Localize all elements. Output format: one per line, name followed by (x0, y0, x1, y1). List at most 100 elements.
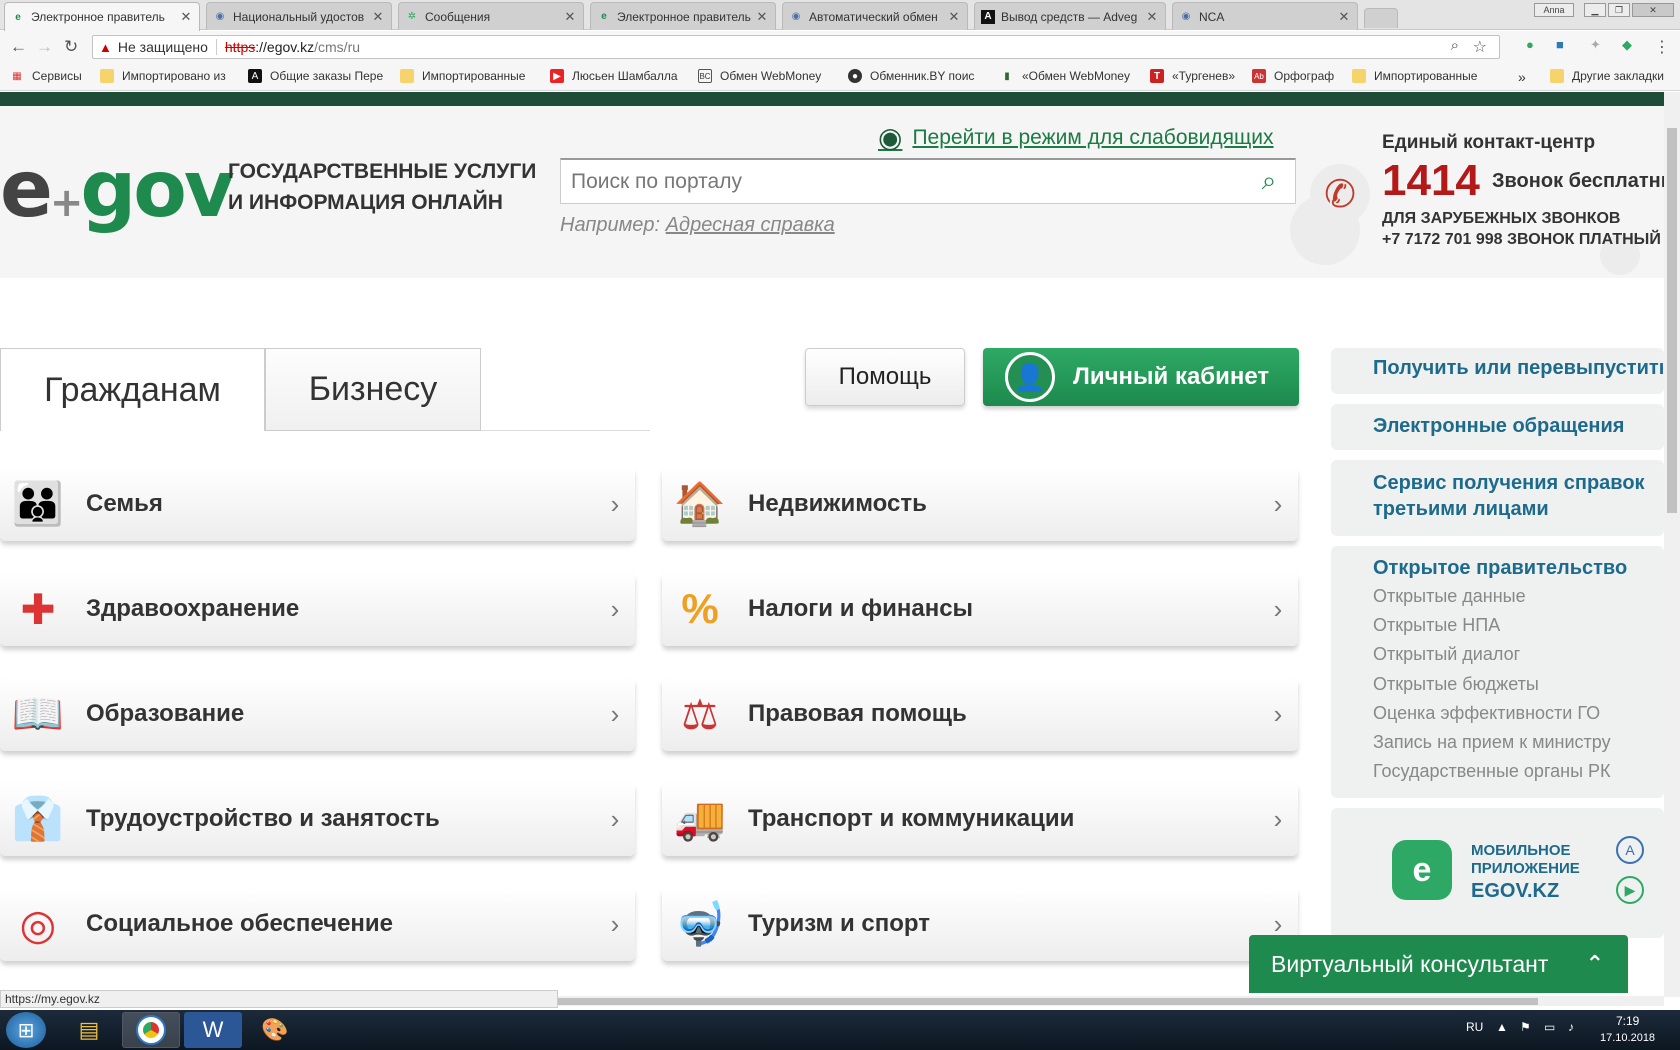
clock-date[interactable]: 17.10.2018 (1600, 1032, 1655, 1044)
close-tab-icon[interactable]: ✕ (371, 9, 385, 25)
example-link[interactable]: Адресная справка (666, 214, 835, 236)
search-icon[interactable]: ⌕ (1252, 164, 1286, 198)
volume-icon[interactable]: ♪ (1568, 1020, 1574, 1034)
category-education[interactable]: 📖 Образование › (0, 677, 635, 751)
apps-grid-icon: ▦ (12, 70, 22, 82)
paint-icon[interactable]: 🎨 (246, 1012, 304, 1048)
tab-citizens[interactable]: Гражданам (0, 348, 265, 431)
browser-tab[interactable]: A Вывод средств — Adveg ✕ (974, 2, 1166, 30)
browser-tab[interactable]: ◉ Национальный удостов ✕ (206, 2, 392, 30)
open-gov-item[interactable]: Запись на прием к министру (1373, 732, 1611, 753)
browser-tab[interactable]: ◉ Автоматический обмен ✕ (782, 2, 968, 30)
horizontal-scrollbar-thumb[interactable] (558, 998, 1538, 1005)
menu-icon[interactable]: ⋮ (1654, 37, 1670, 57)
category-healthcare[interactable]: ✚ Здравоохранение › (0, 572, 635, 646)
category-taxes[interactable]: % Налоги и финансы › (662, 572, 1298, 646)
network-icon[interactable]: ▭ (1544, 1020, 1555, 1034)
category-family[interactable]: 👪 Семья › (0, 467, 635, 541)
bookmarks-more-button[interactable]: » (1518, 69, 1526, 85)
egov-logo[interactable]: e+gov (0, 145, 235, 235)
vertical-scrollbar-thumb[interactable] (1667, 128, 1677, 513)
extension-icon[interactable]: ■ (1556, 37, 1564, 52)
extension-icon[interactable]: ◆ (1622, 37, 1632, 53)
category-social[interactable]: ◎ Социальное обеспечение › (0, 887, 635, 961)
sidebar-link-reissue[interactable]: Получить или перевыпустить (1373, 355, 1663, 381)
app-store-icon[interactable]: A (1616, 836, 1644, 864)
bookmark-item[interactable]: BC Обмен WebMoney (698, 69, 821, 83)
close-tab-icon[interactable]: ✕ (1145, 9, 1159, 25)
virtual-consultant-panel[interactable]: Виртуальный консультант ⌃ (1249, 935, 1628, 993)
reload-icon[interactable]: ↻ (64, 37, 78, 57)
bookmark-item[interactable]: Ab Орфограф (1252, 69, 1334, 83)
bookmark-item[interactable]: ▶ Люсьен Шамбалла (550, 69, 678, 83)
clock-time[interactable]: 7:19 (1616, 1014, 1639, 1028)
close-tab-icon[interactable]: ✕ (1337, 9, 1351, 25)
percent-icon: % (681, 585, 719, 632)
browser-tab[interactable]: e Электронное правитель ✕ (4, 2, 200, 31)
browser-tab[interactable]: ◉ NCA ✕ (1172, 2, 1358, 30)
tray-expand-icon[interactable]: ▲ (1496, 1020, 1508, 1034)
bookmark-item[interactable]: ● Обменник.BY поис (848, 69, 974, 83)
category-tourism[interactable]: 🤿 Туризм и спорт › (662, 887, 1298, 961)
close-tab-icon[interactable]: ✕ (755, 9, 769, 25)
back-arrow-icon[interactable]: ← (10, 37, 27, 57)
windows-start-icon[interactable]: ⊞ (6, 1012, 46, 1048)
open-gov-item[interactable]: Открытые бюджеты (1373, 674, 1539, 695)
contact-center-number: 1414 (1382, 156, 1480, 205)
close-tab-icon[interactable]: ✕ (179, 9, 193, 25)
category-employment[interactable]: 👔 Трудоустройство и занятость › (0, 782, 635, 856)
browser-tab[interactable]: e Электронное правитель ✕ (590, 2, 776, 30)
low-vision-mode-link[interactable]: ◉ Перейти в режим для слабовидящих (878, 121, 1274, 154)
maximize-icon[interactable]: ❐ (1608, 3, 1630, 17)
egov-app-icon: e (1392, 840, 1452, 900)
bookmark-item[interactable]: Импортированные (400, 69, 525, 83)
category-transport[interactable]: 🚚 Транспорт и коммуникации › (662, 782, 1298, 856)
chevron-right-icon: › (610, 803, 620, 834)
sidebar-link-appeals[interactable]: Электронные обращения (1373, 413, 1663, 439)
file-explorer-icon[interactable]: ▤ (60, 1012, 118, 1048)
new-tab-button[interactable] (1364, 8, 1398, 28)
bookmark-item[interactable]: ▦ Сервисы (10, 69, 81, 83)
folder-icon (1352, 69, 1366, 83)
help-button[interactable]: Помощь (805, 348, 965, 406)
tab-business[interactable]: Бизнесу (265, 348, 481, 431)
close-tab-icon[interactable]: ✕ (563, 9, 577, 25)
open-government-title[interactable]: Открытое правительство (1373, 555, 1663, 581)
chrome-icon[interactable] (122, 1012, 180, 1048)
globe-icon: ◉ (791, 11, 801, 22)
forward-arrow-icon[interactable]: → (36, 37, 53, 57)
bookmark-item[interactable]: Импортировано из (100, 69, 226, 83)
open-gov-item[interactable]: Государственные органы РК (1373, 761, 1611, 782)
bookmark-item[interactable]: T «Тургенев» (1150, 69, 1235, 83)
browser-tab[interactable]: ✲ Сообщения ✕ (398, 2, 584, 30)
security-status[interactable]: Не защищено (118, 39, 217, 55)
chevron-up-icon[interactable]: ⌃ (1586, 951, 1604, 977)
sidebar-link-third-party[interactable]: Сервис получения справок третьими лицами (1373, 470, 1663, 522)
personal-cabinet-button[interactable]: 👤 Личный кабинет (983, 348, 1299, 406)
extension-icon[interactable]: ● (1526, 37, 1534, 52)
word-icon[interactable]: W (184, 1012, 242, 1048)
close-window-icon[interactable]: ✕ (1632, 3, 1674, 17)
category-real-estate[interactable]: 🏠 Недвижимость › (662, 467, 1298, 541)
minimize-icon[interactable]: ▁ (1584, 3, 1606, 17)
open-gov-item[interactable]: Оценка эффективности ГО (1373, 703, 1600, 724)
bookmark-item[interactable]: Импортированные (1352, 69, 1477, 83)
site-tagline: ГОСУДАРСТВЕННЫЕ УСЛУГИ И ИНФОРМАЦИЯ ОНЛА… (228, 160, 537, 214)
language-indicator[interactable]: RU (1466, 1020, 1483, 1034)
bookmark-star-icon[interactable]: ☆ (1473, 37, 1487, 57)
zoom-icon[interactable]: ⌕ (1451, 37, 1459, 54)
bookmark-item[interactable]: A Общие заказы Пере (248, 69, 383, 83)
open-gov-item[interactable]: Открытые НПА (1373, 615, 1500, 636)
profile-button[interactable]: Anna (1534, 3, 1574, 17)
address-bar[interactable]: ▲ Не защищено https://egov.kz/cms/ru ⌕ ☆ (92, 35, 1500, 59)
open-gov-item[interactable]: Открытый диалог (1373, 644, 1520, 665)
close-tab-icon[interactable]: ✕ (947, 9, 961, 25)
category-legal[interactable]: ⚖ Правовая помощь › (662, 677, 1298, 751)
extension-icon[interactable]: ✦ (1590, 37, 1601, 53)
action-center-icon[interactable]: ⚑ (1520, 1020, 1531, 1034)
google-play-icon[interactable]: ▶ (1616, 876, 1644, 904)
search-input[interactable]: Поиск по порталу (560, 158, 1296, 204)
open-gov-item[interactable]: Открытые данные (1373, 586, 1526, 607)
bookmark-item[interactable]: ▮ «Обмен WebMoney (1000, 69, 1130, 83)
bookmark-item[interactable]: Другие закладки (1550, 69, 1664, 83)
